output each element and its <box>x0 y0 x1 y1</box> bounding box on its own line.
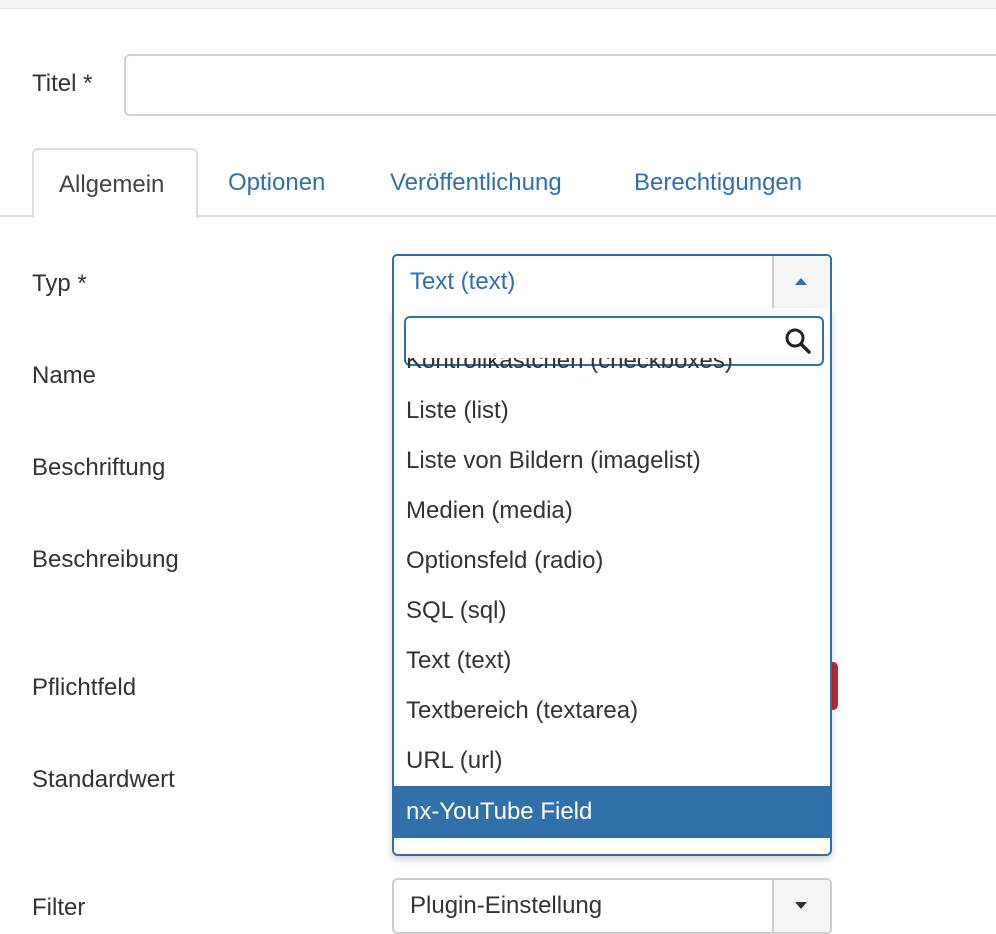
option-checkboxes[interactable]: Kontrollkästchen (checkboxes) <box>394 358 830 386</box>
beschriftung-label: Beschriftung <box>32 454 166 481</box>
filter-select-toggle[interactable] <box>772 880 830 932</box>
option-sql[interactable]: SQL (sql) <box>394 586 830 636</box>
name-label: Name <box>32 362 97 389</box>
filter-label: Filter <box>32 894 86 921</box>
option-nx-youtube-field[interactable]: nx-YouTube Field <box>394 786 830 838</box>
typ-select-value: Text (text) <box>410 268 516 295</box>
filter-select[interactable]: Plugin-Einstellung <box>392 878 832 934</box>
filter-select-value: Plugin-Einstellung <box>410 892 603 919</box>
option-url[interactable]: URL (url) <box>394 736 830 786</box>
tab-berechtigungen[interactable]: Berechtigungen <box>609 148 827 217</box>
pflichtfeld-label: Pflichtfeld <box>32 674 137 701</box>
typ-select[interactable]: Text (text) <box>392 254 832 310</box>
caret-up-icon <box>795 278 807 285</box>
tab-optionen[interactable]: Optionen <box>203 148 350 217</box>
tab-veroeffentlichung[interactable]: Veröffentlichung <box>365 148 587 217</box>
typ-dropdown: Kontrollkästchen (checkboxes) Liste (lis… <box>392 308 832 856</box>
title-input[interactable] <box>124 54 996 116</box>
beschreibung-label: Beschreibung <box>32 546 179 573</box>
option-text[interactable]: Text (text) <box>394 636 830 686</box>
typ-options-list[interactable]: Kontrollkästchen (checkboxes) Liste (lis… <box>394 358 830 854</box>
option-imagelist[interactable]: Liste von Bildern (imagelist) <box>394 436 830 486</box>
option-radio[interactable]: Optionsfeld (radio) <box>394 536 830 586</box>
standardwert-label: Standardwert <box>32 766 175 793</box>
option-list[interactable]: Liste (list) <box>394 386 830 436</box>
option-textarea[interactable]: Textbereich (textarea) <box>394 686 830 736</box>
option-media[interactable]: Medien (media) <box>394 486 830 536</box>
top-bar <box>0 0 996 9</box>
tab-allgemein[interactable]: Allgemein <box>32 148 198 218</box>
title-label: Titel * <box>32 70 93 97</box>
search-icon <box>785 328 811 354</box>
typ-label: Typ * <box>32 270 87 297</box>
caret-down-icon <box>795 902 807 909</box>
typ-select-toggle[interactable] <box>772 256 830 308</box>
